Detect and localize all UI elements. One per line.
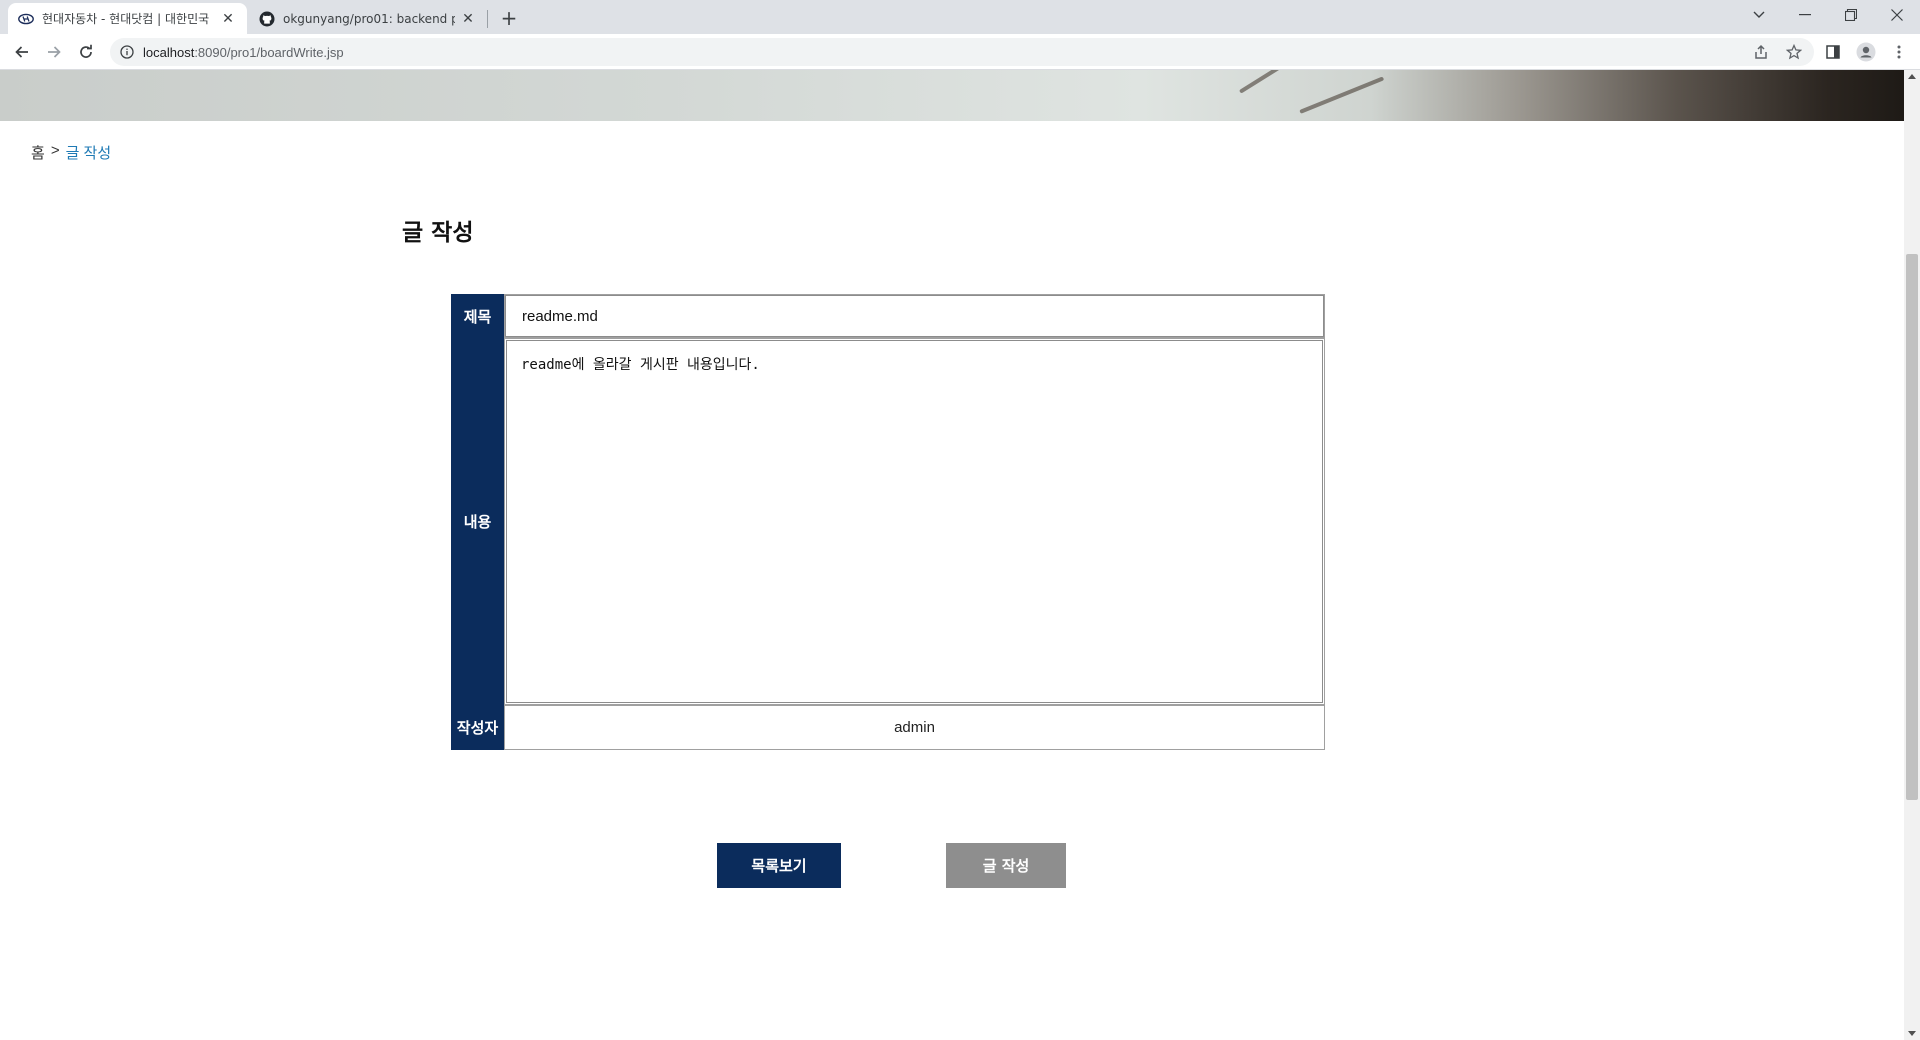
close-tab-icon[interactable]: ✕ [219,10,237,28]
content-textarea[interactable]: readme에 올라갈 게시판 내용입니다. [506,340,1323,703]
header-banner-image [0,70,1904,121]
url-host: localhost [143,44,195,60]
content-row: 내용 readme에 올라갈 게시판 내용입니다. [451,338,1325,705]
url-path: :8090/pro1/boardWrite.jsp [194,44,344,60]
back-icon[interactable] [8,38,36,66]
content-field-cell: readme에 올라갈 게시판 내용입니다. [504,338,1325,705]
github-icon [259,11,275,27]
close-window-icon[interactable] [1874,0,1920,30]
side-panel-icon[interactable] [1822,41,1844,63]
page-title: 글 작성 [402,220,474,246]
writer-row: 작성자 admin [451,705,1325,750]
restore-icon[interactable] [1828,0,1874,30]
site-info-icon[interactable] [119,44,135,60]
browser-toolbar: localhost:8090/pro1/boardWrite.jsp [0,34,1920,70]
close-tab-icon[interactable]: ✕ [459,10,477,28]
hyundai-logo-icon [18,11,34,27]
writer-value: admin [894,719,935,736]
scroll-down-arrow-icon[interactable] [1908,1031,1916,1036]
title-label: 제목 [451,294,504,338]
new-tab-icon[interactable]: + [497,6,521,30]
tab-separator [487,10,488,28]
writer-field-cell: admin [504,705,1325,750]
breadcrumb: 홈 > 글 작성 [31,142,111,163]
browser-tab-strip: 현대자동차 - 현대닷컴 | 대한민국 ✕ okgunyang/pro01: b… [0,0,1920,34]
minimize-icon[interactable] [1782,0,1828,30]
browser-menu-icon[interactable] [1888,41,1910,63]
share-icon[interactable] [1750,41,1772,63]
tab-title: okgunyang/pro01: backend project [283,11,455,26]
title-row: 제목 readme.md [451,294,1325,338]
page-content: 홈 > 글 작성 글 작성 제목 readme.md 내용 readme에 올라… [0,70,1904,1040]
browser-tab-hyundai[interactable]: 현대자동차 - 현대닷컴 | 대한민국 ✕ [8,3,247,34]
scrollbar-thumb[interactable] [1906,254,1918,800]
tab-title: 현대자동차 - 현대닷컴 | 대한민국 [42,12,210,26]
breadcrumb-current: 글 작성 [65,145,112,162]
tab-search-icon[interactable] [1736,0,1782,30]
banner-decoration [1238,70,1292,94]
breadcrumb-home[interactable]: 홈 [31,142,45,163]
title-field-cell: readme.md [504,294,1325,338]
title-input[interactable]: readme.md [505,295,1324,337]
bookmark-star-icon[interactable] [1783,41,1805,63]
breadcrumb-separator: > [50,142,60,159]
page-scrollbar[interactable] [1904,70,1920,1040]
reload-icon[interactable] [72,38,100,66]
write-submit-button[interactable]: 글 작성 [946,843,1066,888]
list-button[interactable]: 목록보기 [717,843,841,888]
profile-avatar-icon[interactable] [1855,41,1877,63]
address-bar[interactable]: localhost:8090/pro1/boardWrite.jsp [110,38,1814,66]
url-text: localhost:8090/pro1/boardWrite.jsp [143,45,344,60]
scroll-up-arrow-icon[interactable] [1908,74,1916,79]
content-label: 내용 [451,338,504,705]
forward-icon[interactable] [40,38,68,66]
browser-tab-github[interactable]: okgunyang/pro01: backend project ✕ [249,3,487,34]
banner-decoration [1299,76,1385,114]
writer-label: 작성자 [451,705,504,750]
